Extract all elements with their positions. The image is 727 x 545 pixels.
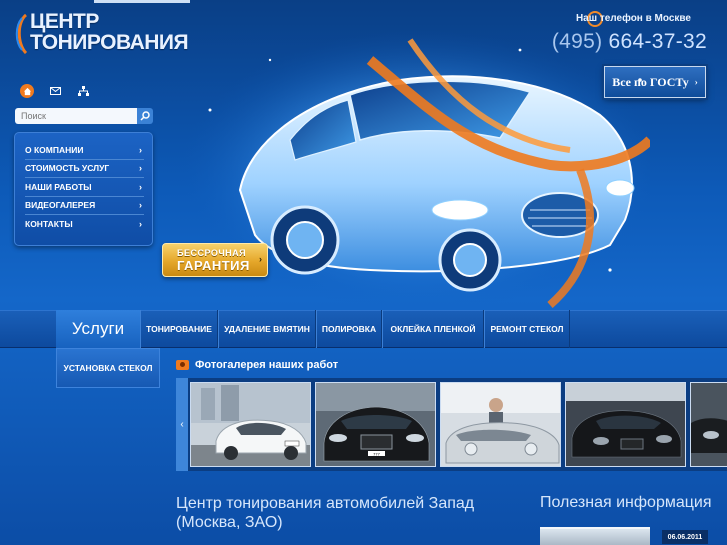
sidebar-item-prices[interactable]: СТОИМОСТЬ УСЛУГ ›: [25, 160, 144, 178]
chevron-right-icon: ›: [694, 77, 698, 87]
tab-glass-repair[interactable]: РЕМОНТ СТЕКОЛ: [484, 310, 570, 348]
tab-tinting[interactable]: ТОНИРОВАНИЕ: [140, 310, 218, 348]
services-tabs: ТОНИРОВАНИЕ УДАЛЕНИЕ ВМЯТИН ПОЛИРОВКА ОК…: [140, 310, 570, 348]
warranty-line-1: БЕССРОЧНАЯ: [177, 248, 247, 258]
plate-text: 777: [373, 452, 380, 457]
tab-dent-removal[interactable]: УДАЛЕНИЕ ВМЯТИН: [218, 310, 316, 348]
warranty-badge[interactable]: БЕССРОЧНАЯ ГАРАНТИЯ ›: [162, 243, 268, 277]
gallery-prev-button[interactable]: ‹: [176, 378, 188, 471]
tab-polishing[interactable]: ПОЛИРОВКА: [316, 310, 382, 348]
search-input[interactable]: [15, 108, 137, 124]
chevron-right-icon: ›: [139, 219, 142, 230]
logo-line-2: ТОНИРОВАНИЯ: [30, 31, 189, 54]
services-title: Услуги: [56, 310, 140, 348]
tab-film-wrapping[interactable]: ОКЛЕЙКА ПЛЕНКОЙ: [382, 310, 484, 348]
page-title: Центр тонирования автомобилей Запад (Мос…: [176, 495, 475, 531]
sidebar-item-works[interactable]: НАШИ РАБОТЫ ›: [25, 178, 144, 197]
sidebar-item-contacts[interactable]: КОНТАКТЫ ›: [25, 215, 144, 234]
gallery-header: Фотогалерея наших работ: [176, 359, 338, 371]
chevron-right-icon: ›: [139, 181, 142, 192]
home-icon[interactable]: [20, 84, 34, 98]
sidebar-item-label: СТОИМОСТЬ УСЛУГ: [25, 163, 110, 174]
gallery-thumb[interactable]: [190, 382, 311, 467]
tab-glass-install[interactable]: УСТАНОВКА СТЕКОЛ: [56, 348, 160, 388]
gallery-photo-black-sedan: 777: [316, 383, 435, 466]
chevron-right-icon: ›: [259, 254, 262, 264]
gallery-photo-workshop: [441, 383, 560, 466]
gallery-photo-dark-car-garage: [566, 383, 685, 466]
gallery-thumb[interactable]: [565, 382, 686, 467]
logo-line-1: ЦЕНТР: [30, 10, 99, 33]
search-button[interactable]: [137, 108, 153, 124]
top-strip: [94, 0, 190, 3]
gallery-photo-partial: [691, 383, 727, 466]
gallery-thumb[interactable]: [440, 382, 561, 467]
sidebar-item-label: О КОМПАНИИ: [25, 144, 84, 155]
sitemap-icon[interactable]: [76, 84, 90, 98]
gallery-thumb[interactable]: [690, 382, 727, 467]
search-icon: [140, 111, 150, 121]
gallery-strip: ‹ 777: [176, 378, 727, 471]
gallery-thumb[interactable]: 777: [315, 382, 436, 467]
logo-swoosh-icon: [15, 14, 28, 54]
search-box: [15, 108, 153, 124]
news-thumbnail[interactable]: [540, 527, 650, 545]
gallery-photo-white-car: [191, 383, 310, 466]
utility-icons: [20, 84, 90, 98]
chevron-right-icon: ›: [139, 163, 142, 174]
chevron-right-icon: ›: [139, 200, 142, 211]
sidebar-item-label: КОНТАКТЫ: [25, 219, 73, 230]
sidebar-item-label: НАШИ РАБОТЫ: [25, 181, 92, 192]
sidebar-item-video[interactable]: ВИДЕОГАЛЕРЕЯ ›: [25, 197, 144, 215]
mail-icon[interactable]: [48, 84, 62, 98]
side-menu: О КОМПАНИИ › СТОИМОСТЬ УСЛУГ › НАШИ РАБОТЫ…: [14, 132, 153, 246]
sidebar-item-company[interactable]: О КОМПАНИИ ›: [25, 141, 144, 160]
news-date: 06.06.2011: [662, 530, 708, 544]
chevron-right-icon: ›: [139, 144, 142, 155]
gallery-title: Фотогалерея наших работ: [195, 359, 339, 371]
camera-icon: [176, 360, 189, 370]
warranty-line-2: ГАРАНТИЯ: [177, 258, 250, 273]
info-title: Полезная информация: [540, 494, 712, 511]
sidebar-item-label: ВИДЕОГАЛЕРЕЯ: [25, 200, 96, 211]
